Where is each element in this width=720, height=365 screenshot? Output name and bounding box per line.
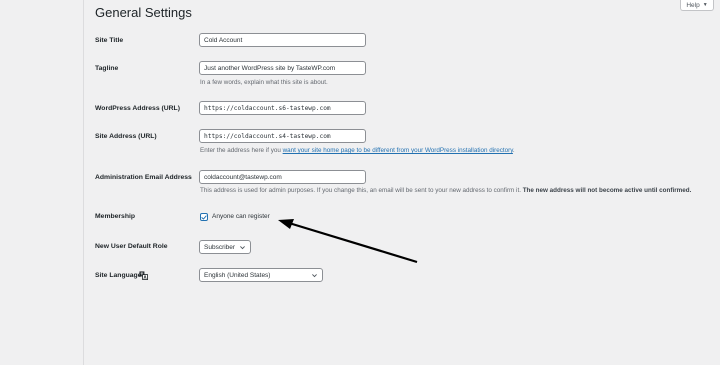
default-role-value: Subscriber [204, 243, 236, 251]
sidebar-divider [83, 0, 84, 365]
default-role-select[interactable]: Subscriber [199, 240, 251, 254]
site-address-description: Enter the address here if you want your … [200, 146, 515, 155]
site-title-value: Cold Account [204, 36, 243, 44]
site-address-input[interactable]: https://coldaccount.s4-tastewp.com [199, 129, 366, 143]
chevron-down-icon: ▼ [702, 2, 708, 8]
tagline-label: Tagline [95, 65, 119, 72]
site-language-label: Site Language [95, 272, 142, 279]
page-title: General Settings [95, 5, 192, 20]
admin-email-description-text: This address is used for admin purposes.… [200, 187, 523, 194]
anyone-can-register-label[interactable]: Anyone can register [212, 212, 270, 222]
admin-email-description: This address is used for admin purposes.… [200, 186, 691, 195]
anyone-can-register-checkbox[interactable] [200, 213, 208, 221]
tagline-input[interactable]: Just another WordPress site by TasteWP.c… [199, 61, 366, 75]
chevron-down-icon [240, 245, 245, 249]
home-page-directory-link[interactable]: want your site home page to be different… [283, 147, 513, 154]
site-title-label: Site Title [95, 37, 124, 44]
help-button[interactable]: Help ▼ [680, 0, 714, 11]
site-address-description-end: . [512, 147, 515, 154]
tagline-value: Just another WordPress site by TasteWP.c… [204, 64, 336, 72]
checkmark-icon [201, 214, 207, 220]
site-address-description-text: Enter the address here if you [200, 147, 283, 154]
membership-label: Membership [95, 213, 136, 220]
site-address-label: Site Address (URL) [95, 133, 157, 140]
admin-email-label: Administration Email Address [95, 174, 192, 181]
help-label: Help [686, 1, 700, 9]
site-language-value: English (United States) [204, 271, 271, 279]
wp-address-label: WordPress Address (URL) [95, 105, 180, 112]
translation-icon [139, 271, 148, 280]
admin-sidebar-area [0, 0, 80, 365]
admin-email-value: coldaccount@tastewp.com [204, 173, 282, 181]
chevron-down-icon [312, 273, 317, 277]
site-address-value: https://coldaccount.s4-tastewp.com [204, 132, 331, 140]
tagline-description: In a few words, explain what this site i… [200, 79, 328, 86]
wp-address-value: https://coldaccount.s6-tastewp.com [204, 104, 331, 112]
admin-email-description-bold: The new address will not become active u… [522, 187, 692, 194]
site-language-select[interactable]: English (United States) [199, 268, 323, 282]
wp-address-input[interactable]: https://coldaccount.s6-tastewp.com [199, 101, 366, 115]
site-title-input[interactable]: Cold Account [199, 33, 366, 47]
admin-email-input[interactable]: coldaccount@tastewp.com [199, 170, 366, 184]
default-role-label: New User Default Role [95, 243, 168, 250]
